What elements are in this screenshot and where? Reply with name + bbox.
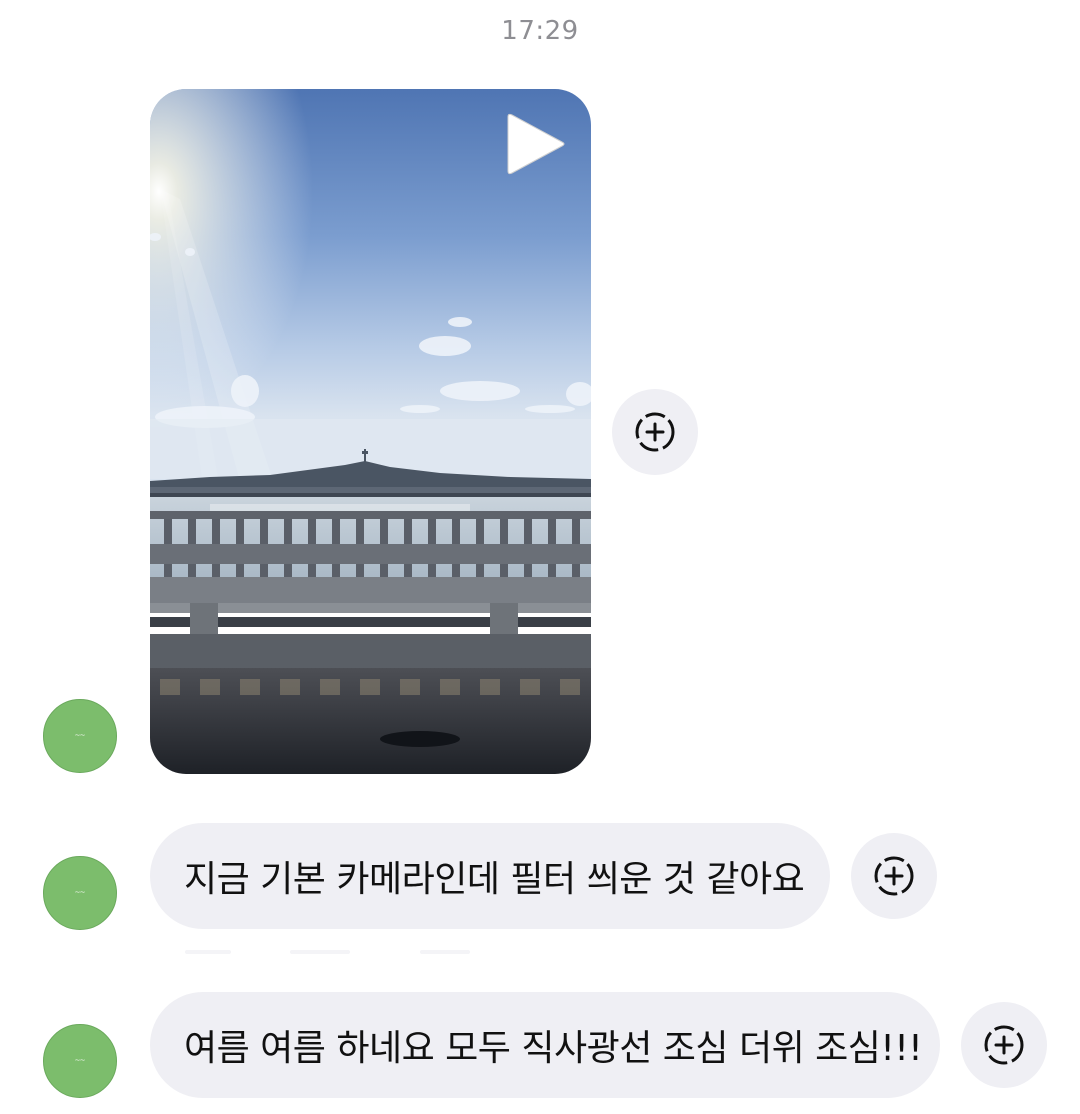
video-message-bubble[interactable] [150,89,591,774]
divider [420,950,470,954]
play-icon[interactable] [506,111,566,177]
add-reaction-button[interactable] [612,389,698,475]
avatar-logo: ⁓⁓ [75,733,85,739]
video-thumbnail [150,89,591,774]
add-reaction-button[interactable] [961,1002,1047,1088]
text-message-bubble[interactable]: 여름 여름 하네요 모두 직사광선 조심 더위 조심!!! [150,992,940,1098]
text-message-bubble[interactable]: 지금 기본 카메라인데 필터 씌운 것 같아요 [150,823,830,929]
add-reaction-icon [984,1025,1024,1065]
message-timestamp: 17:29 [501,16,579,46]
add-reaction-button[interactable] [851,833,937,919]
sender-avatar[interactable]: ⁓⁓ [43,1024,117,1098]
avatar-logo: ⁓⁓ [75,890,85,896]
message-text: 지금 기본 카메라인데 필터 씌운 것 같아요 [184,859,805,900]
add-reaction-icon [874,856,914,896]
divider [290,950,350,954]
sender-avatar[interactable]: ⁓⁓ [43,699,117,773]
avatar-logo: ⁓⁓ [75,1058,85,1064]
sender-avatar[interactable]: ⁓⁓ [43,856,117,930]
add-reaction-icon [635,412,675,452]
divider [185,950,231,954]
message-text: 여름 여름 하네요 모두 직사광선 조심 더위 조심!!! [184,1028,923,1069]
